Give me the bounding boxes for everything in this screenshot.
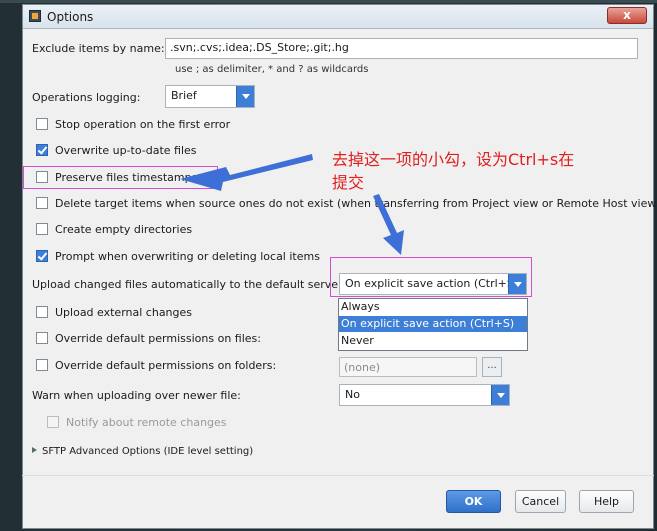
annotation-arrows [180, 154, 404, 255]
arrow-to-upload-select-icon [373, 194, 404, 255]
arrow-to-preserve-icon [180, 154, 313, 191]
